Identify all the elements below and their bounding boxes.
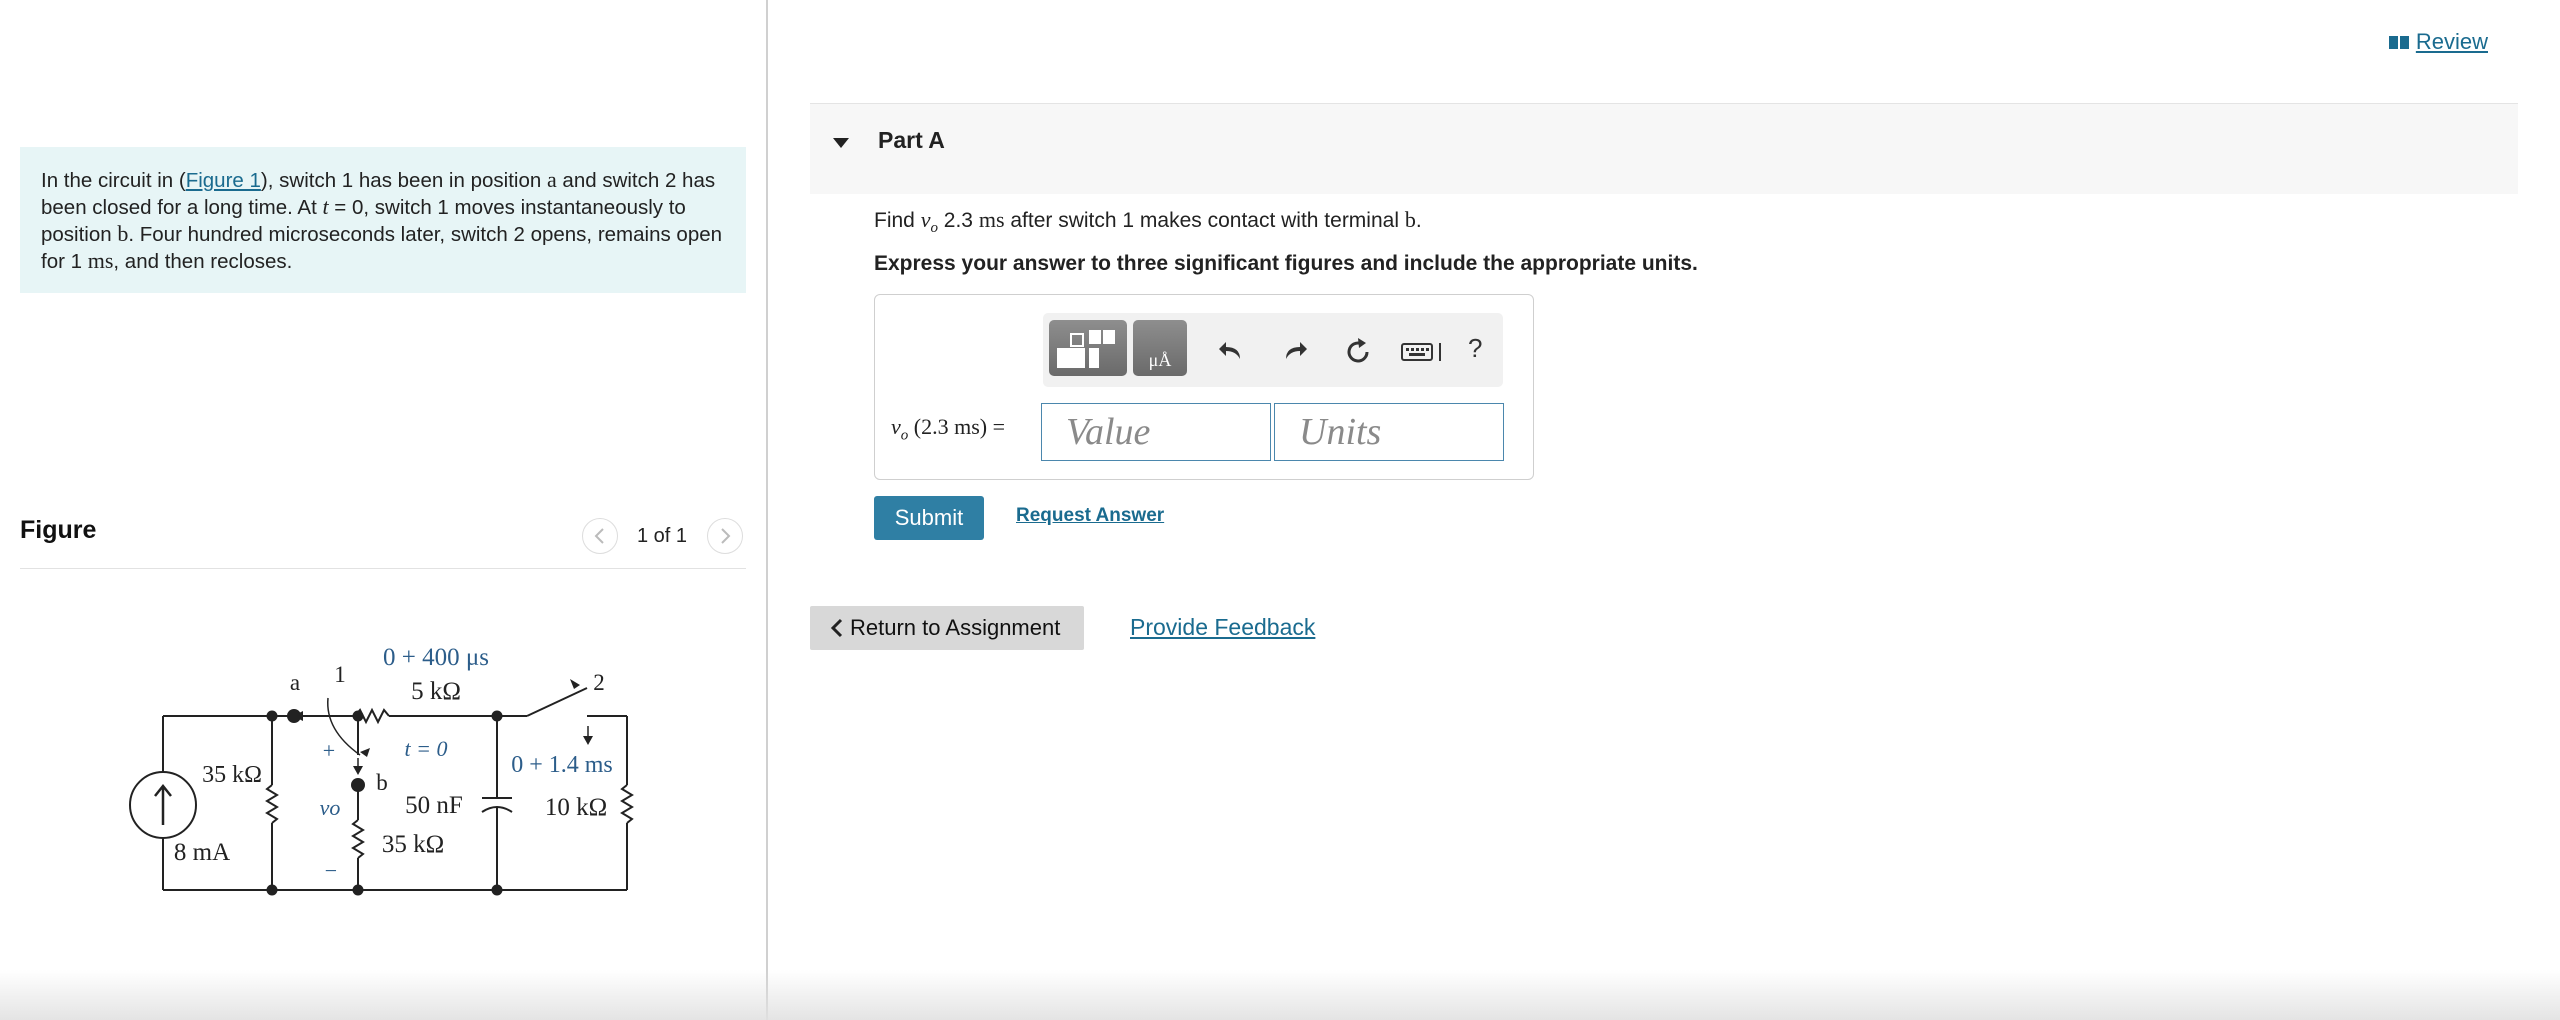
instruction-text: Express your answer to three significant… [874, 252, 1698, 275]
node-a-label: a [290, 670, 300, 695]
source-label: 8 mA [174, 839, 230, 866]
templates-button[interactable] [1049, 320, 1127, 376]
chevron-left-icon [830, 618, 843, 638]
r-35k-left-label: 35 kΩ [202, 762, 262, 788]
question-sub: o [930, 220, 938, 237]
question-segment: 2.3 [937, 209, 979, 232]
question-segment: . [1415, 209, 1422, 232]
circuit-diagram: 0 + 400 μs a 1 2 5 kΩ t = 0 + − b vo 35 … [129, 644, 634, 896]
problem-text: In the circuit in ( [41, 169, 186, 192]
answer-rest: (2.3 ms) = [908, 414, 1005, 439]
answer-var: v [891, 414, 901, 439]
part-title: Part A [878, 127, 945, 153]
switch2-timing-label: 0 + 1.4 ms [511, 752, 613, 778]
plus-label: + [323, 738, 335, 763]
return-label: Return to Assignment [850, 615, 1061, 640]
question-ms: ms [978, 207, 1005, 232]
book-icon [2388, 36, 2409, 49]
question-b: b [1404, 207, 1416, 232]
position-a: a [546, 167, 557, 192]
previous-figure-button[interactable] [582, 518, 618, 554]
right-pane: Review Part A Find vo 2.3 ms after switc… [768, 0, 2560, 1020]
answer-label: vo (2.3 ms) = [891, 413, 1005, 445]
keyboard-icon[interactable] [1401, 341, 1443, 363]
question-segment: after switch 1 makes contact with termin… [1004, 209, 1405, 232]
figure-divider [20, 568, 746, 569]
switch1-timing-label: 0 + 400 μs [383, 644, 489, 671]
problem-text: ), switch 1 has been in position [260, 169, 547, 192]
provide-feedback-link[interactable]: Provide Feedback [1130, 614, 1315, 641]
review-label: Review [2415, 29, 2488, 54]
return-to-assignment-button[interactable]: Return to Assignment [810, 606, 1084, 650]
request-answer-link[interactable]: Request Answer [1016, 505, 1164, 527]
templates-icon [1057, 330, 1115, 368]
redo-icon[interactable] [1280, 339, 1308, 363]
figure-link[interactable]: Figure 1 [186, 169, 261, 192]
units-symbol-button[interactable]: μÅ [1133, 320, 1187, 376]
review-link[interactable]: Review [2388, 29, 2488, 55]
switch1-label: 1 [334, 662, 346, 687]
problem-text: , and then recloses. [113, 250, 293, 273]
figure-title: Figure [20, 516, 97, 544]
node-b-label: b [376, 770, 388, 795]
help-button[interactable]: ? [1468, 333, 1482, 364]
problem-statement: In the circuit in (Figure 1), switch 1 h… [20, 147, 746, 293]
question-text: Find vo 2.3 ms after switch 1 makes cont… [874, 207, 1422, 237]
figure-counter: 1 of 1 [637, 525, 688, 547]
part-a-header[interactable]: Part A [810, 103, 2518, 194]
next-figure-button[interactable] [707, 518, 743, 554]
t-eq-0-label: t = 0 [405, 736, 448, 761]
reset-icon[interactable] [1343, 337, 1373, 367]
c-50n-label: 50 nF [405, 792, 463, 819]
value-input[interactable]: Value [1041, 403, 1271, 461]
r-5k-label: 5 kΩ [411, 678, 461, 705]
mu-angstrom-icon: μÅ [1149, 350, 1172, 370]
undo-icon[interactable] [1218, 339, 1246, 363]
units-input[interactable]: Units [1274, 403, 1504, 461]
r-10k-label: 10 kΩ [545, 794, 607, 821]
ms-unit: ms [87, 248, 114, 273]
submit-button[interactable]: Submit [874, 496, 984, 540]
left-pane: In the circuit in (Figure 1), switch 1 h… [0, 0, 766, 1020]
chevron-left-icon [594, 528, 604, 544]
svg-text:μÅ: μÅ [1149, 350, 1172, 370]
chevron-right-icon [721, 528, 731, 544]
vo-label: vo [320, 795, 341, 820]
question-segment: Find [874, 209, 921, 232]
position-b: b [117, 221, 129, 246]
caret-down-icon [833, 138, 849, 148]
r-35k-bottom-label: 35 kΩ [382, 831, 444, 858]
math-toolbar: μÅ ? [1043, 313, 1503, 387]
minus-label: − [325, 858, 337, 883]
switch2-label: 2 [593, 670, 605, 695]
question-var: v [920, 207, 931, 232]
answer-box: μÅ ? vo (2.3 ms) = Value Units [874, 294, 1534, 480]
